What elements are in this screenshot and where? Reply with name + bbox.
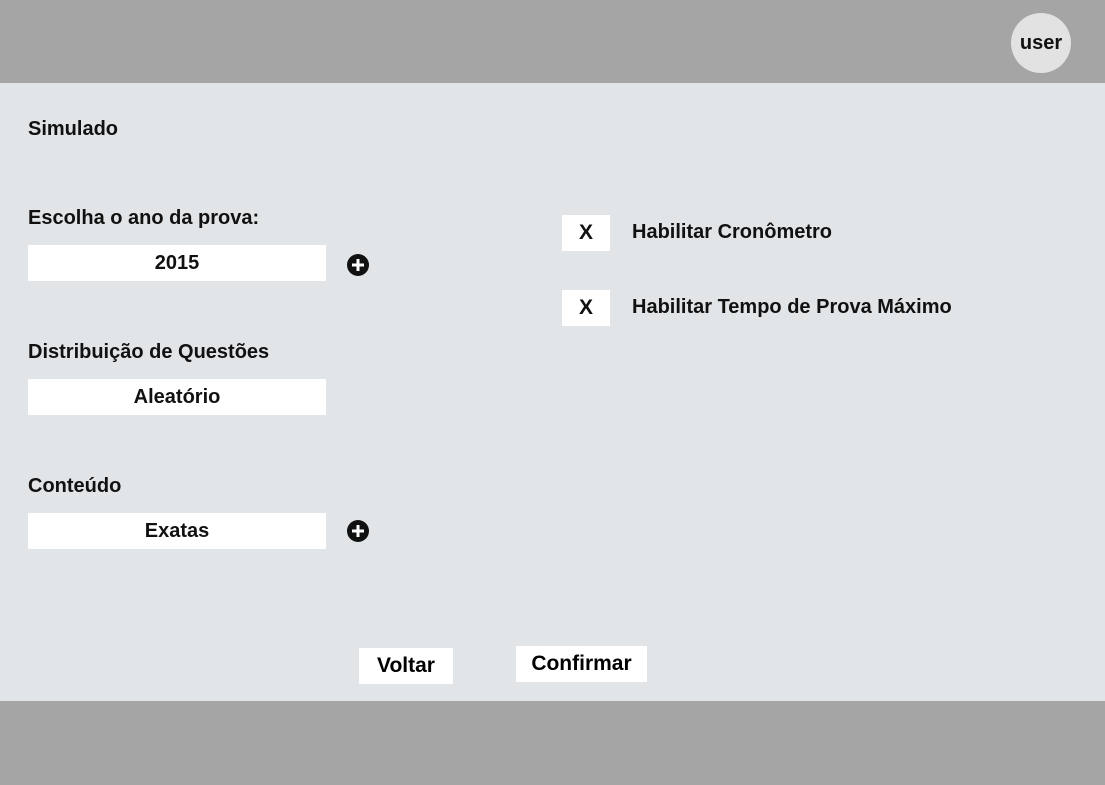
page-title: Simulado [28,118,119,140]
year-label: Escolha o ano da prova: [28,207,260,229]
checkbox-stopwatch[interactable]: X [562,215,610,251]
checkbox-stopwatch-mark: X [578,221,593,244]
add-year-icon[interactable] [347,254,369,276]
user-avatar[interactable]: user [1011,13,1071,73]
distribution-select[interactable]: Aleatório [28,379,326,415]
content-select[interactable]: Exatas [28,513,326,549]
distribution-label: Distribuição de Questões [28,341,270,363]
distribution-value: Aleatório [133,385,221,408]
header-bar: user [0,0,1105,83]
content-value: Exatas [144,519,210,542]
year-value: 2015 [154,251,200,274]
checkbox-max-time-mark: X [578,296,593,319]
checkbox-max-time[interactable]: X [562,290,610,326]
footer-bar [0,701,1105,785]
year-select[interactable]: 2015 [28,245,326,281]
content-label: Conteúdo [28,475,122,497]
option-max-time-label: Habilitar Tempo de Prova Máximo [632,296,952,318]
option-stopwatch-label: Habilitar Cronômetro [632,221,833,243]
back-button[interactable]: Voltar [359,648,453,684]
confirm-button[interactable]: Confirmar [516,646,647,682]
add-content-icon[interactable] [347,520,369,542]
user-avatar-label: user [1019,31,1063,54]
